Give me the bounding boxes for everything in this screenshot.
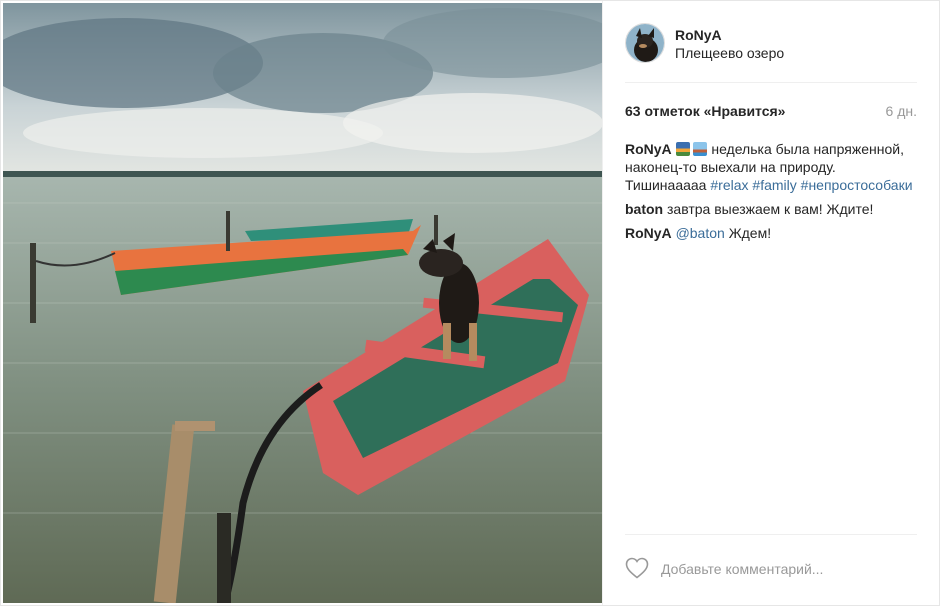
comment-item: RoNyA @baton Ждем! <box>625 224 917 242</box>
caption-author[interactable]: RoNyA <box>625 141 672 157</box>
comment-mention[interactable]: @baton <box>676 225 725 241</box>
likes-count[interactable]: 63 отметок «Нравится» <box>625 103 785 119</box>
header-divider <box>625 82 917 83</box>
dog-avatar-image <box>626 24 664 62</box>
post-username[interactable]: RoNyA <box>675 27 722 43</box>
comment-input[interactable] <box>659 556 903 582</box>
post-card: RoNyA Плещеево озеро 63 отметок «Нравитс… <box>0 0 940 606</box>
add-comment-bar <box>625 550 917 586</box>
comment-author[interactable]: baton <box>625 201 663 217</box>
likes-row: 63 отметок «Нравится» 6 дн. <box>625 103 917 123</box>
post-header: RoNyA Плещеево озеро <box>625 23 917 67</box>
heart-outline-icon[interactable] <box>625 557 649 579</box>
lake-boats-dog-image <box>3 3 602 603</box>
post-photo[interactable] <box>3 3 602 603</box>
hashtag-family[interactable]: #family <box>752 177 796 193</box>
caption: RoNyA неделька была напряженной, наконец… <box>625 140 917 194</box>
comments-divider <box>625 534 917 535</box>
avatar[interactable] <box>625 23 665 63</box>
comment-item: baton завтра выезжаем к вам! Ждите! <box>625 200 917 218</box>
comment-text: Ждем! <box>728 225 772 241</box>
hashtag-relax[interactable]: #relax <box>710 177 748 193</box>
rowboat-emoji-icon <box>693 142 708 156</box>
sunrise-emoji-icon <box>675 142 690 156</box>
comments-list: RoNyA неделька была напряженной, наконец… <box>625 140 917 248</box>
hashtag-neprostosobaki[interactable]: #непростособаки <box>801 177 913 193</box>
post-sidebar: RoNyA Плещеево озеро 63 отметок «Нравитс… <box>602 1 939 605</box>
comment-author[interactable]: RoNyA <box>625 225 672 241</box>
post-time[interactable]: 6 дн. <box>886 103 917 119</box>
comment-text: завтра выезжаем к вам! Ждите! <box>667 201 874 217</box>
post-location[interactable]: Плещеево озеро <box>675 45 784 61</box>
